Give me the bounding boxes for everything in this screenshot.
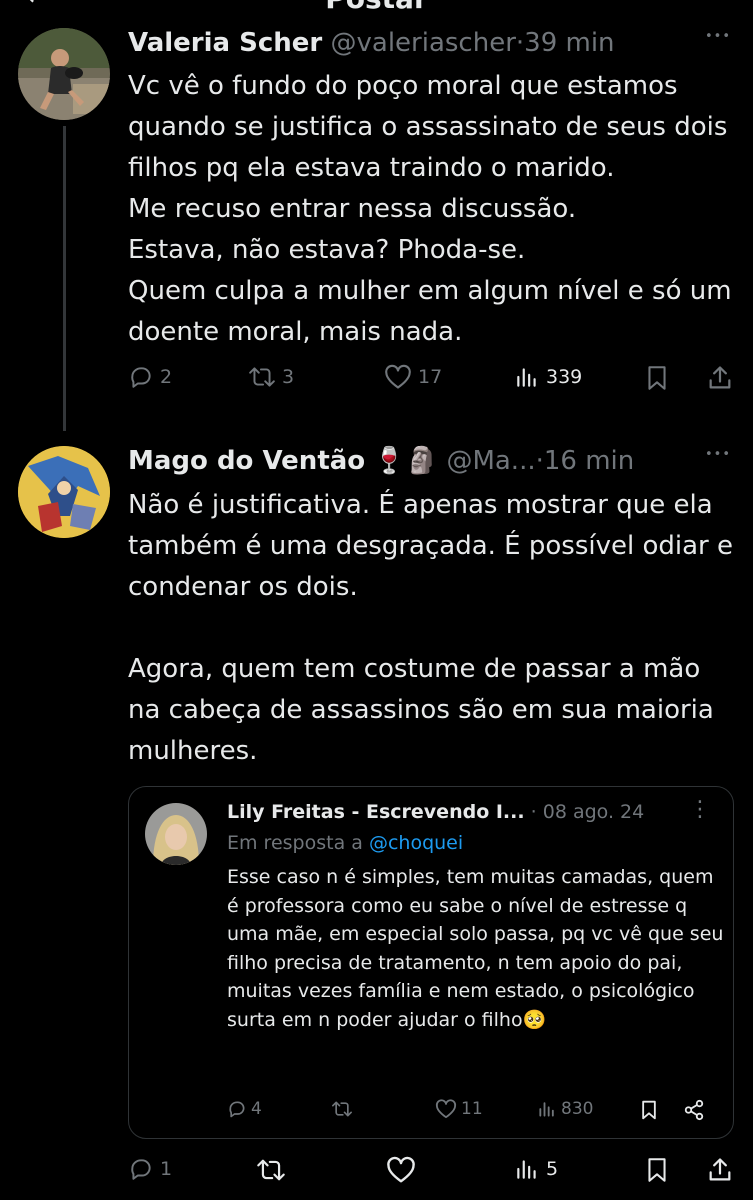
repost-button[interactable]: 3 <box>248 364 294 390</box>
quoted-actions: 4 11 830 <box>227 1099 727 1127</box>
repost-button[interactable] <box>256 1156 286 1184</box>
quoted-reply-button[interactable]: 4 <box>227 1099 262 1119</box>
reply-prefix: Em resposta a <box>227 832 363 854</box>
tweet-paragraph: Não é justificativa. É apenas mostrar qu… <box>128 490 733 602</box>
tweet-paragraph: Estava, não estava? Phoda-se. <box>128 235 526 265</box>
author-name[interactable]: Valeria Scher <box>128 28 322 58</box>
views-icon <box>539 1102 554 1117</box>
avatar[interactable] <box>18 446 110 538</box>
views-count: 5 <box>546 1158 559 1180</box>
tweet-text: Vc vê o fundo do poço moral que estamos … <box>128 66 733 353</box>
bookmark-icon <box>648 1158 666 1182</box>
views-icon <box>517 1160 536 1179</box>
more-icon[interactable]: ••• <box>705 447 731 462</box>
quoted-share-button[interactable] <box>683 1099 705 1121</box>
quoted-views-count: 830 <box>561 1099 594 1119</box>
quoted-bookmark-button[interactable] <box>639 1099 659 1121</box>
tweet-header: Mago do Ventão 🍷🗿 @Ma...·16 min <box>128 441 634 481</box>
tweet-actions: 2 3 17 339 <box>128 364 738 400</box>
share-button[interactable] <box>706 1156 734 1184</box>
quoted-avatar[interactable] <box>145 803 207 865</box>
quoted-text: Esse caso n é simples, tem muitas camada… <box>227 866 724 1031</box>
quoted-header: Lily Freitas - Escrevendo I... · 08 ago.… <box>227 797 644 827</box>
avatar[interactable] <box>18 28 110 120</box>
views-icon <box>517 368 536 387</box>
tweet-paragraph: Vc vê o fundo do poço moral que estamos … <box>128 71 728 183</box>
repost-icon <box>332 1101 352 1117</box>
separator-dot: · <box>535 446 544 476</box>
reply-button[interactable]: 1 <box>128 1156 172 1182</box>
page-title: Postar <box>0 0 753 15</box>
tweet-header: Valeria Scher @valeriascher·39 min <box>128 23 615 63</box>
reply-count: 1 <box>160 1158 173 1180</box>
tweet-time[interactable]: 39 min <box>524 28 614 58</box>
quoted-views-button[interactable]: 830 <box>537 1099 593 1119</box>
reply-icon <box>131 367 151 388</box>
like-icon <box>387 1156 415 1183</box>
separator-dot: · <box>515 28 525 58</box>
reply-icon <box>131 1159 151 1180</box>
like-count: 17 <box>418 366 443 388</box>
author-handle[interactable]: @Ma... <box>446 446 535 476</box>
repost-icon <box>249 367 275 387</box>
bookmark-icon <box>642 1100 656 1120</box>
quoted-like-count: 11 <box>461 1099 483 1119</box>
quoted-date[interactable]: 08 ago. 24 <box>543 801 644 823</box>
quoted-more-icon[interactable]: ⋮ <box>689 797 711 822</box>
like-icon <box>385 364 411 389</box>
reply-count: 2 <box>160 366 173 388</box>
author-handle[interactable]: @valeriascher <box>331 28 516 58</box>
views-button[interactable]: 5 <box>514 1156 558 1182</box>
quoted-author-name[interactable]: Lily Freitas - Escrevendo I... <box>227 801 525 823</box>
repost-count: 3 <box>282 366 295 388</box>
more-icon[interactable]: ••• <box>705 29 731 44</box>
quoted-repost-button[interactable] <box>331 1099 353 1119</box>
thread-connector-line <box>63 126 66 431</box>
share-icon <box>684 1099 704 1121</box>
like-icon <box>435 1099 457 1119</box>
quoted-tweet-card[interactable]: Lily Freitas - Escrevendo I... · 08 ago.… <box>128 786 734 1139</box>
reply-button[interactable]: 2 <box>128 364 172 390</box>
like-button[interactable] <box>386 1156 416 1184</box>
separator-dot: · <box>530 801 537 823</box>
quoted-like-button[interactable]: 11 <box>435 1099 483 1119</box>
bookmark-button[interactable] <box>644 1156 670 1184</box>
reply-handle-link[interactable]: @choquei <box>369 832 463 854</box>
bookmark-icon <box>648 366 666 390</box>
quoted-reply-context: Em resposta a @choquei <box>227 829 463 857</box>
tweet-text: Não é justificativa. É apenas mostrar qu… <box>128 485 733 772</box>
tweet-time[interactable]: 16 min <box>544 446 634 476</box>
quoted-reply-count: 4 <box>251 1099 262 1119</box>
tweet-paragraph: Quem culpa a mulher em algum nível e só … <box>128 276 732 347</box>
top-bar: ← Postar <box>0 0 753 15</box>
author-emoji: 🍷🗿 <box>373 446 439 476</box>
repost-icon <box>257 1159 285 1181</box>
views-count: 339 <box>546 366 583 388</box>
share-icon <box>709 366 731 389</box>
views-button[interactable]: 339 <box>514 364 582 390</box>
share-icon <box>709 1158 731 1181</box>
tweet-actions: 1 5 <box>128 1156 738 1192</box>
tweet-paragraph: Me recuso entrar nessa discussão. <box>128 194 577 224</box>
like-button[interactable]: 17 <box>384 364 442 390</box>
bookmark-button[interactable] <box>644 364 670 392</box>
tweet-paragraph: Agora, quem tem costume de passar a mão … <box>128 654 714 766</box>
share-button[interactable] <box>706 364 734 392</box>
reply-icon <box>229 1101 245 1118</box>
author-name[interactable]: Mago do Ventão <box>128 446 365 476</box>
